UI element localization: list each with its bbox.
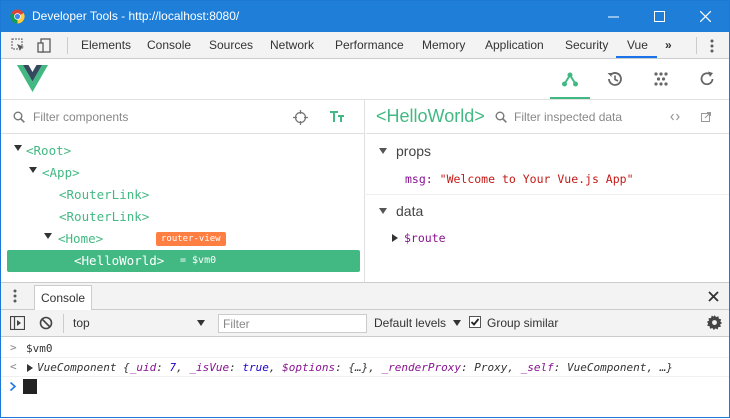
vue-devtools-header bbox=[1, 59, 729, 100]
drawer-tab-console[interactable]: Console bbox=[34, 285, 93, 310]
search-icon bbox=[13, 111, 25, 123]
drawer-header: Console bbox=[1, 283, 729, 310]
checkmark-icon bbox=[470, 318, 480, 326]
open-in-editor-icon[interactable] bbox=[701, 112, 711, 122]
expand-arrow-icon[interactable] bbox=[44, 233, 52, 239]
console-output-row[interactable]: < VueComponent {_uid: 7, _isVue: true, $… bbox=[1, 358, 729, 377]
dropdown-arrow-icon bbox=[197, 320, 205, 326]
minimize-icon bbox=[608, 16, 619, 18]
inspect-element-icon[interactable] bbox=[11, 38, 26, 53]
components-pane: Filter components <Root> <App> <RouterLi… bbox=[1, 100, 365, 282]
close-window-button[interactable] bbox=[683, 1, 729, 32]
expand-object-icon[interactable] bbox=[27, 364, 33, 372]
console-input-echo: > $vm0 bbox=[1, 340, 729, 358]
tree-item-routerlink[interactable]: <RouterLink> bbox=[1, 184, 365, 206]
tab-memory[interactable]: Memory bbox=[422, 38, 465, 52]
devtools-tabbar: Elements Console Sources Network Perform… bbox=[1, 32, 729, 59]
inspector-filter-input[interactable]: Filter inspected data bbox=[514, 110, 622, 124]
maximize-button[interactable] bbox=[637, 1, 683, 32]
active-tab-indicator bbox=[616, 56, 657, 58]
history-tab[interactable] bbox=[595, 59, 635, 99]
toolbar-divider bbox=[63, 314, 64, 333]
log-levels-dropdown[interactable]: Default levels bbox=[374, 316, 462, 330]
window-title: Developer Tools - http://localhost:8080/ bbox=[32, 9, 240, 23]
collapse-arrow-icon bbox=[379, 208, 387, 214]
tab-elements[interactable]: Elements bbox=[81, 38, 131, 52]
prompt-chevron-icon bbox=[10, 382, 16, 391]
text-cursor bbox=[23, 379, 37, 394]
tab-performance[interactable]: Performance bbox=[335, 38, 404, 52]
props-section-header[interactable]: props bbox=[379, 143, 431, 159]
tab-application[interactable]: Application bbox=[485, 38, 544, 52]
devtools-window: Developer Tools - http://localhost:8080/… bbox=[0, 0, 730, 418]
expand-arrow-icon[interactable] bbox=[392, 234, 398, 242]
tab-security[interactable]: Security bbox=[565, 38, 608, 52]
chrome-icon bbox=[10, 9, 25, 24]
close-icon bbox=[700, 11, 711, 22]
tree-item-helloworld[interactable]: <HelloWorld> = $vm0 bbox=[7, 250, 360, 272]
refresh-icon bbox=[700, 71, 714, 86]
minimize-button[interactable] bbox=[591, 1, 637, 32]
console-prompt[interactable] bbox=[1, 378, 729, 400]
tab-network[interactable]: Network bbox=[270, 38, 314, 52]
more-tabs-button[interactable]: » bbox=[665, 38, 672, 52]
console-toolbar: top Filter Default levels Group similar bbox=[1, 310, 729, 337]
collapse-arrow-icon bbox=[379, 148, 387, 154]
history-icon bbox=[607, 72, 622, 86]
kebab-menu-icon[interactable] bbox=[710, 39, 714, 53]
sidebar-toggle-icon[interactable] bbox=[10, 316, 25, 330]
group-similar-checkbox[interactable] bbox=[469, 316, 481, 328]
components-filter-row: Filter components bbox=[1, 100, 365, 134]
prop-row-msg: msg: "Welcome to Your Vue.js App" bbox=[405, 172, 634, 186]
tab-console[interactable]: Console bbox=[147, 38, 191, 52]
vuex-tab[interactable] bbox=[641, 59, 681, 99]
console-drawer: Console top Filter Default levels Group … bbox=[1, 282, 729, 419]
tree-item-routerlink[interactable]: <RouterLink> bbox=[1, 206, 365, 228]
components-tab[interactable] bbox=[550, 59, 590, 99]
format-names-icon[interactable] bbox=[330, 111, 345, 123]
inspector-header: <HelloWorld> Filter inspected data bbox=[366, 100, 729, 134]
expand-arrow-icon[interactable] bbox=[14, 145, 22, 151]
router-view-badge: router-view bbox=[156, 232, 226, 246]
inspected-component-name: <HelloWorld> bbox=[376, 106, 485, 126]
code-icon[interactable] bbox=[670, 112, 680, 122]
vue-logo-icon bbox=[17, 65, 48, 92]
select-component-icon[interactable] bbox=[293, 110, 308, 125]
data-section-header[interactable]: data bbox=[379, 203, 423, 219]
toolbar-divider bbox=[67, 37, 68, 54]
maximize-icon bbox=[654, 11, 665, 22]
data-row-route[interactable]: $route bbox=[392, 231, 446, 245]
components-filter-input[interactable]: Filter components bbox=[33, 110, 128, 124]
drawer-menu-icon[interactable] bbox=[13, 289, 17, 303]
settings-gear-icon[interactable] bbox=[707, 315, 722, 330]
inspector-pane: <HelloWorld> Filter inspected data props… bbox=[366, 100, 729, 282]
components-icon bbox=[562, 72, 578, 87]
tree-item-root[interactable]: <Root> bbox=[1, 140, 365, 162]
device-toolbar-icon[interactable] bbox=[37, 38, 52, 53]
refresh-tab[interactable] bbox=[687, 59, 727, 99]
tab-vue[interactable]: Vue bbox=[627, 38, 648, 52]
input-chevron-icon: > bbox=[10, 341, 17, 354]
group-similar-label: Group similar bbox=[487, 316, 559, 330]
context-selector[interactable]: top bbox=[67, 314, 211, 333]
toolbar-divider bbox=[696, 37, 697, 54]
tab-sources[interactable]: Sources bbox=[209, 38, 253, 52]
vm-ref-label: = $vm0 bbox=[180, 255, 217, 266]
console-filter-input[interactable]: Filter bbox=[218, 314, 367, 333]
tree-item-app[interactable]: <App> bbox=[1, 162, 365, 184]
expand-arrow-icon[interactable] bbox=[29, 167, 37, 173]
close-drawer-icon[interactable] bbox=[708, 291, 719, 302]
dropdown-arrow-icon bbox=[453, 320, 462, 326]
clear-console-icon[interactable] bbox=[39, 316, 53, 330]
output-chevron-icon: < bbox=[10, 360, 17, 373]
section-divider bbox=[366, 194, 729, 195]
search-icon bbox=[495, 111, 507, 123]
vuex-icon bbox=[654, 72, 668, 86]
title-bar: Developer Tools - http://localhost:8080/ bbox=[1, 1, 729, 32]
